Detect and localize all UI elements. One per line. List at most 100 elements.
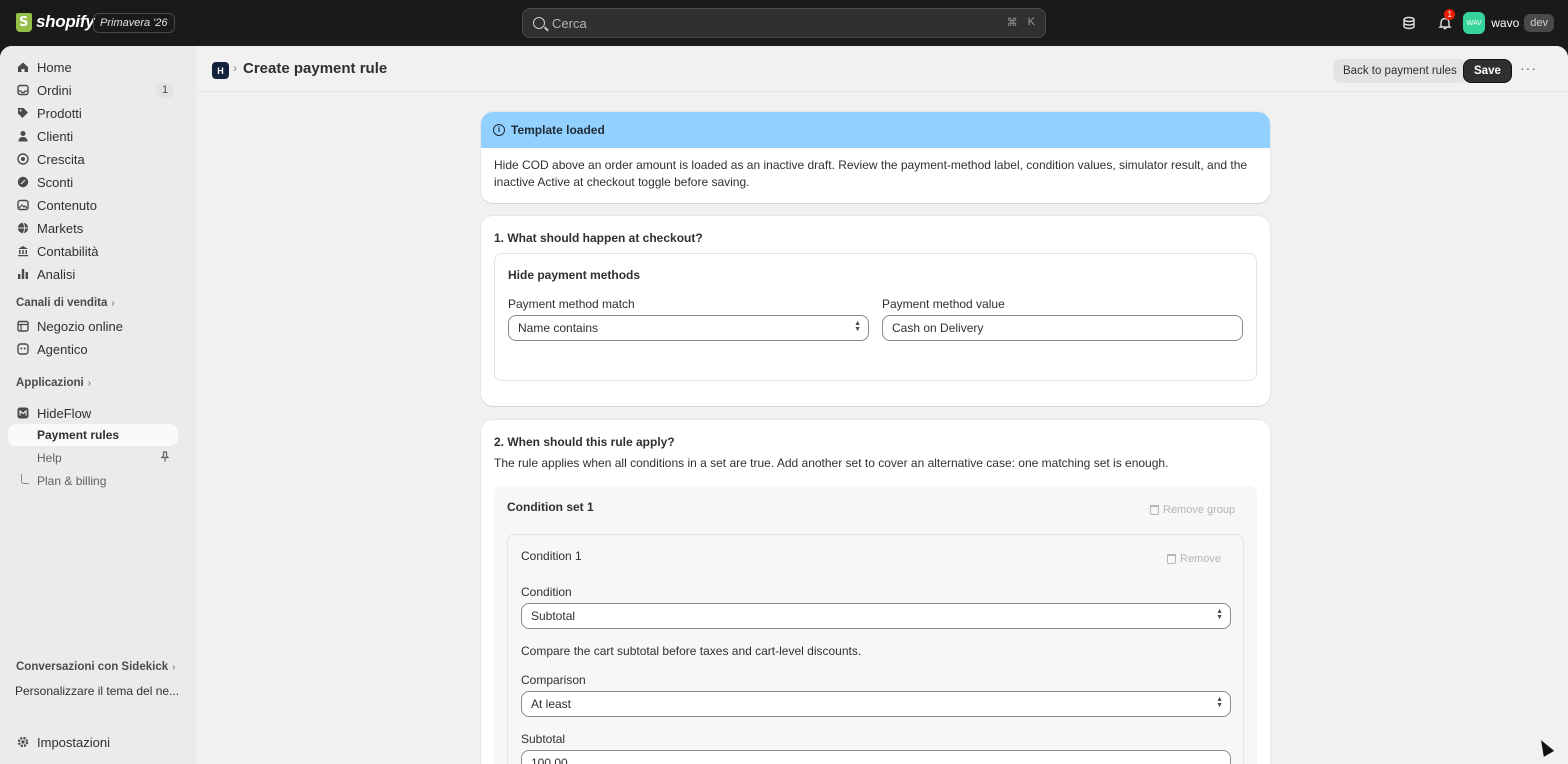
select-chevron-icon: ▲ ▼ (1216, 696, 1223, 709)
search-placeholder: Cerca (552, 15, 587, 31)
banner-header: i Template loaded (481, 112, 1270, 148)
sidebar-item-growth[interactable]: Crescita (8, 148, 178, 170)
condition-select[interactable]: Subtotal ▲ ▼ (521, 603, 1231, 629)
sidebar-item-label: Contenuto (37, 197, 97, 213)
sidebar-item-agentic[interactable]: Agentico (8, 338, 178, 360)
sidebar-item-label: Crescita (37, 151, 85, 167)
select-value: Subtotal (531, 609, 576, 623)
condition-title: Condition 1 (521, 549, 582, 563)
database-icon (1403, 16, 1415, 30)
sidebar-item-help[interactable]: Help (8, 447, 178, 469)
comparison-select[interactable]: At least ▲ ▼ (521, 691, 1231, 717)
search-shortcut: ⌘ K (1007, 16, 1035, 29)
back-to-payment-rules-button[interactable]: Back to payment rules (1333, 59, 1467, 83)
edition-badge[interactable]: Primavera '26 (93, 13, 175, 33)
main-content: H › Create payment rule Back to payment … (196, 46, 1568, 764)
home-icon (16, 61, 29, 74)
page-header: H › Create payment rule Back to payment … (196, 46, 1568, 92)
store-name[interactable]: wavo (1491, 16, 1519, 30)
top-right-controls: 1 WAV wavo dev (1397, 9, 1554, 35)
conditions-card: 2. When should this rule apply? The rule… (481, 420, 1270, 764)
sidebar-item-label: Analisi (37, 266, 76, 282)
sidebar-item-discounts[interactable]: Sconti (8, 171, 178, 193)
breadcrumb-chevron-icon: › (233, 61, 237, 75)
trash-icon (1150, 505, 1159, 515)
banner-body: Hide COD above an order amount is loaded… (494, 158, 1248, 189)
sidebar-item-hideflow[interactable]: HideFlow (8, 402, 178, 424)
notifications-button[interactable]: 1 (1433, 9, 1457, 35)
brand-name: shopify (36, 12, 95, 31)
section-title: 1. What should happen at checkout? (494, 231, 703, 245)
condition-label: Condition (521, 585, 572, 599)
template-loaded-banner: i Template loaded Hide COD above an orde… (481, 112, 1270, 203)
save-button[interactable]: Save (1463, 59, 1512, 83)
sidebar-item-label: Prodotti (37, 105, 82, 121)
sidebar-item-analytics[interactable]: Analisi (8, 263, 178, 285)
payment-method-value-input[interactable]: Cash on Delivery (882, 315, 1243, 341)
chevron-right-icon: › (87, 377, 92, 389)
payment-method-match-select[interactable]: Name contains ▲ ▼ (508, 315, 869, 341)
sales-channels-header[interactable]: Canali di vendita › (16, 297, 115, 309)
search-input[interactable]: Cerca ⌘ K (522, 8, 1046, 38)
subtotal-input[interactable]: 100.00 (521, 750, 1231, 764)
sidebar-item-content[interactable]: Contenuto (8, 194, 178, 216)
trash-icon (1167, 554, 1176, 564)
info-icon: i (493, 124, 505, 136)
more-actions-icon[interactable]: ··· (1520, 60, 1537, 76)
sidebar-item-label: Contabilità (37, 243, 99, 259)
select-chevron-icon: ▲ ▼ (854, 320, 861, 333)
content-icon (16, 199, 29, 212)
chevron-right-icon: › (172, 661, 176, 673)
hide-payment-methods-box: Hide payment methods Payment method matc… (494, 253, 1257, 381)
globe-icon (16, 222, 29, 235)
sidebar-item-label: Agentico (37, 341, 88, 357)
sidebar-item-online-store[interactable]: Negozio online (8, 315, 178, 337)
shopify-logo[interactable]: shopify (16, 12, 95, 32)
avatar[interactable]: WAV (1463, 12, 1486, 34)
sidebar-item-label: Impostazioni (37, 734, 110, 750)
select-chevron-icon: ▲ ▼ (1216, 608, 1223, 621)
checkout-action-card: 1. What should happen at checkout? Hide … (481, 216, 1270, 406)
sidebar-item-payment-rules[interactable]: Payment rules (8, 424, 178, 446)
section-title: 2. When should this rule apply? (494, 435, 675, 449)
sidebar-item-label: HideFlow (37, 405, 92, 421)
store-icon (16, 320, 29, 333)
sidekick-button[interactable] (1397, 11, 1421, 35)
apps-header[interactable]: Applicazioni › (16, 377, 91, 389)
gear-icon (16, 736, 29, 749)
page-title: Create payment rule (243, 60, 388, 77)
bank-icon (16, 245, 29, 258)
inbox-icon (16, 84, 29, 97)
sidebar-item-customers[interactable]: Clienti (8, 125, 178, 147)
chevron-right-icon: › (111, 297, 115, 309)
sidebar-item-plan-billing[interactable]: Plan & billing (8, 470, 178, 492)
payment-method-value-label: Payment method value (882, 297, 1005, 311)
sidebar-item-label: Home (37, 59, 72, 75)
sidebar-item-label: Sconti (37, 174, 74, 190)
remove-group-button[interactable]: Remove group (1150, 504, 1235, 516)
select-value: Name contains (518, 321, 599, 335)
hideflow-app-icon[interactable]: H (212, 62, 229, 79)
sales-channels-label: Canali di vendita (16, 297, 108, 309)
search-icon (533, 17, 545, 29)
sidekick-conversation-item[interactable]: Personalizzare il tema del ne... (15, 684, 179, 698)
sidebar-item-home[interactable]: Home (8, 56, 178, 78)
sidebar-item-settings[interactable]: Impostazioni (8, 731, 178, 753)
sidebar-item-products[interactable]: Prodotti (8, 102, 178, 124)
sidebar: Home Ordini 1 Prodotti Clienti Crescita … (0, 46, 196, 764)
sidebar-item-orders[interactable]: Ordini 1 (8, 79, 178, 101)
app-icon (16, 407, 29, 420)
remove-condition-button[interactable]: Remove (1167, 553, 1221, 565)
person-icon (16, 130, 29, 143)
sidekick-header[interactable]: Conversazioni con Sidekick › (16, 661, 175, 673)
condition-item: Condition 1 Remove Condition Subtotal ▲ ▼… (507, 534, 1244, 764)
select-value: At least (531, 697, 572, 711)
condition-set-title: Condition set 1 (507, 500, 594, 514)
banner-title: Template loaded (511, 123, 605, 137)
condition-help-text: Compare the cart subtotal before taxes a… (521, 644, 862, 658)
sidebar-item-accounting[interactable]: Contabilità (8, 240, 178, 262)
comparison-label: Comparison (521, 673, 586, 687)
notification-count: 1 (1444, 9, 1456, 20)
apps-label: Applicazioni (16, 377, 84, 389)
sidebar-item-markets[interactable]: Markets (8, 217, 178, 239)
